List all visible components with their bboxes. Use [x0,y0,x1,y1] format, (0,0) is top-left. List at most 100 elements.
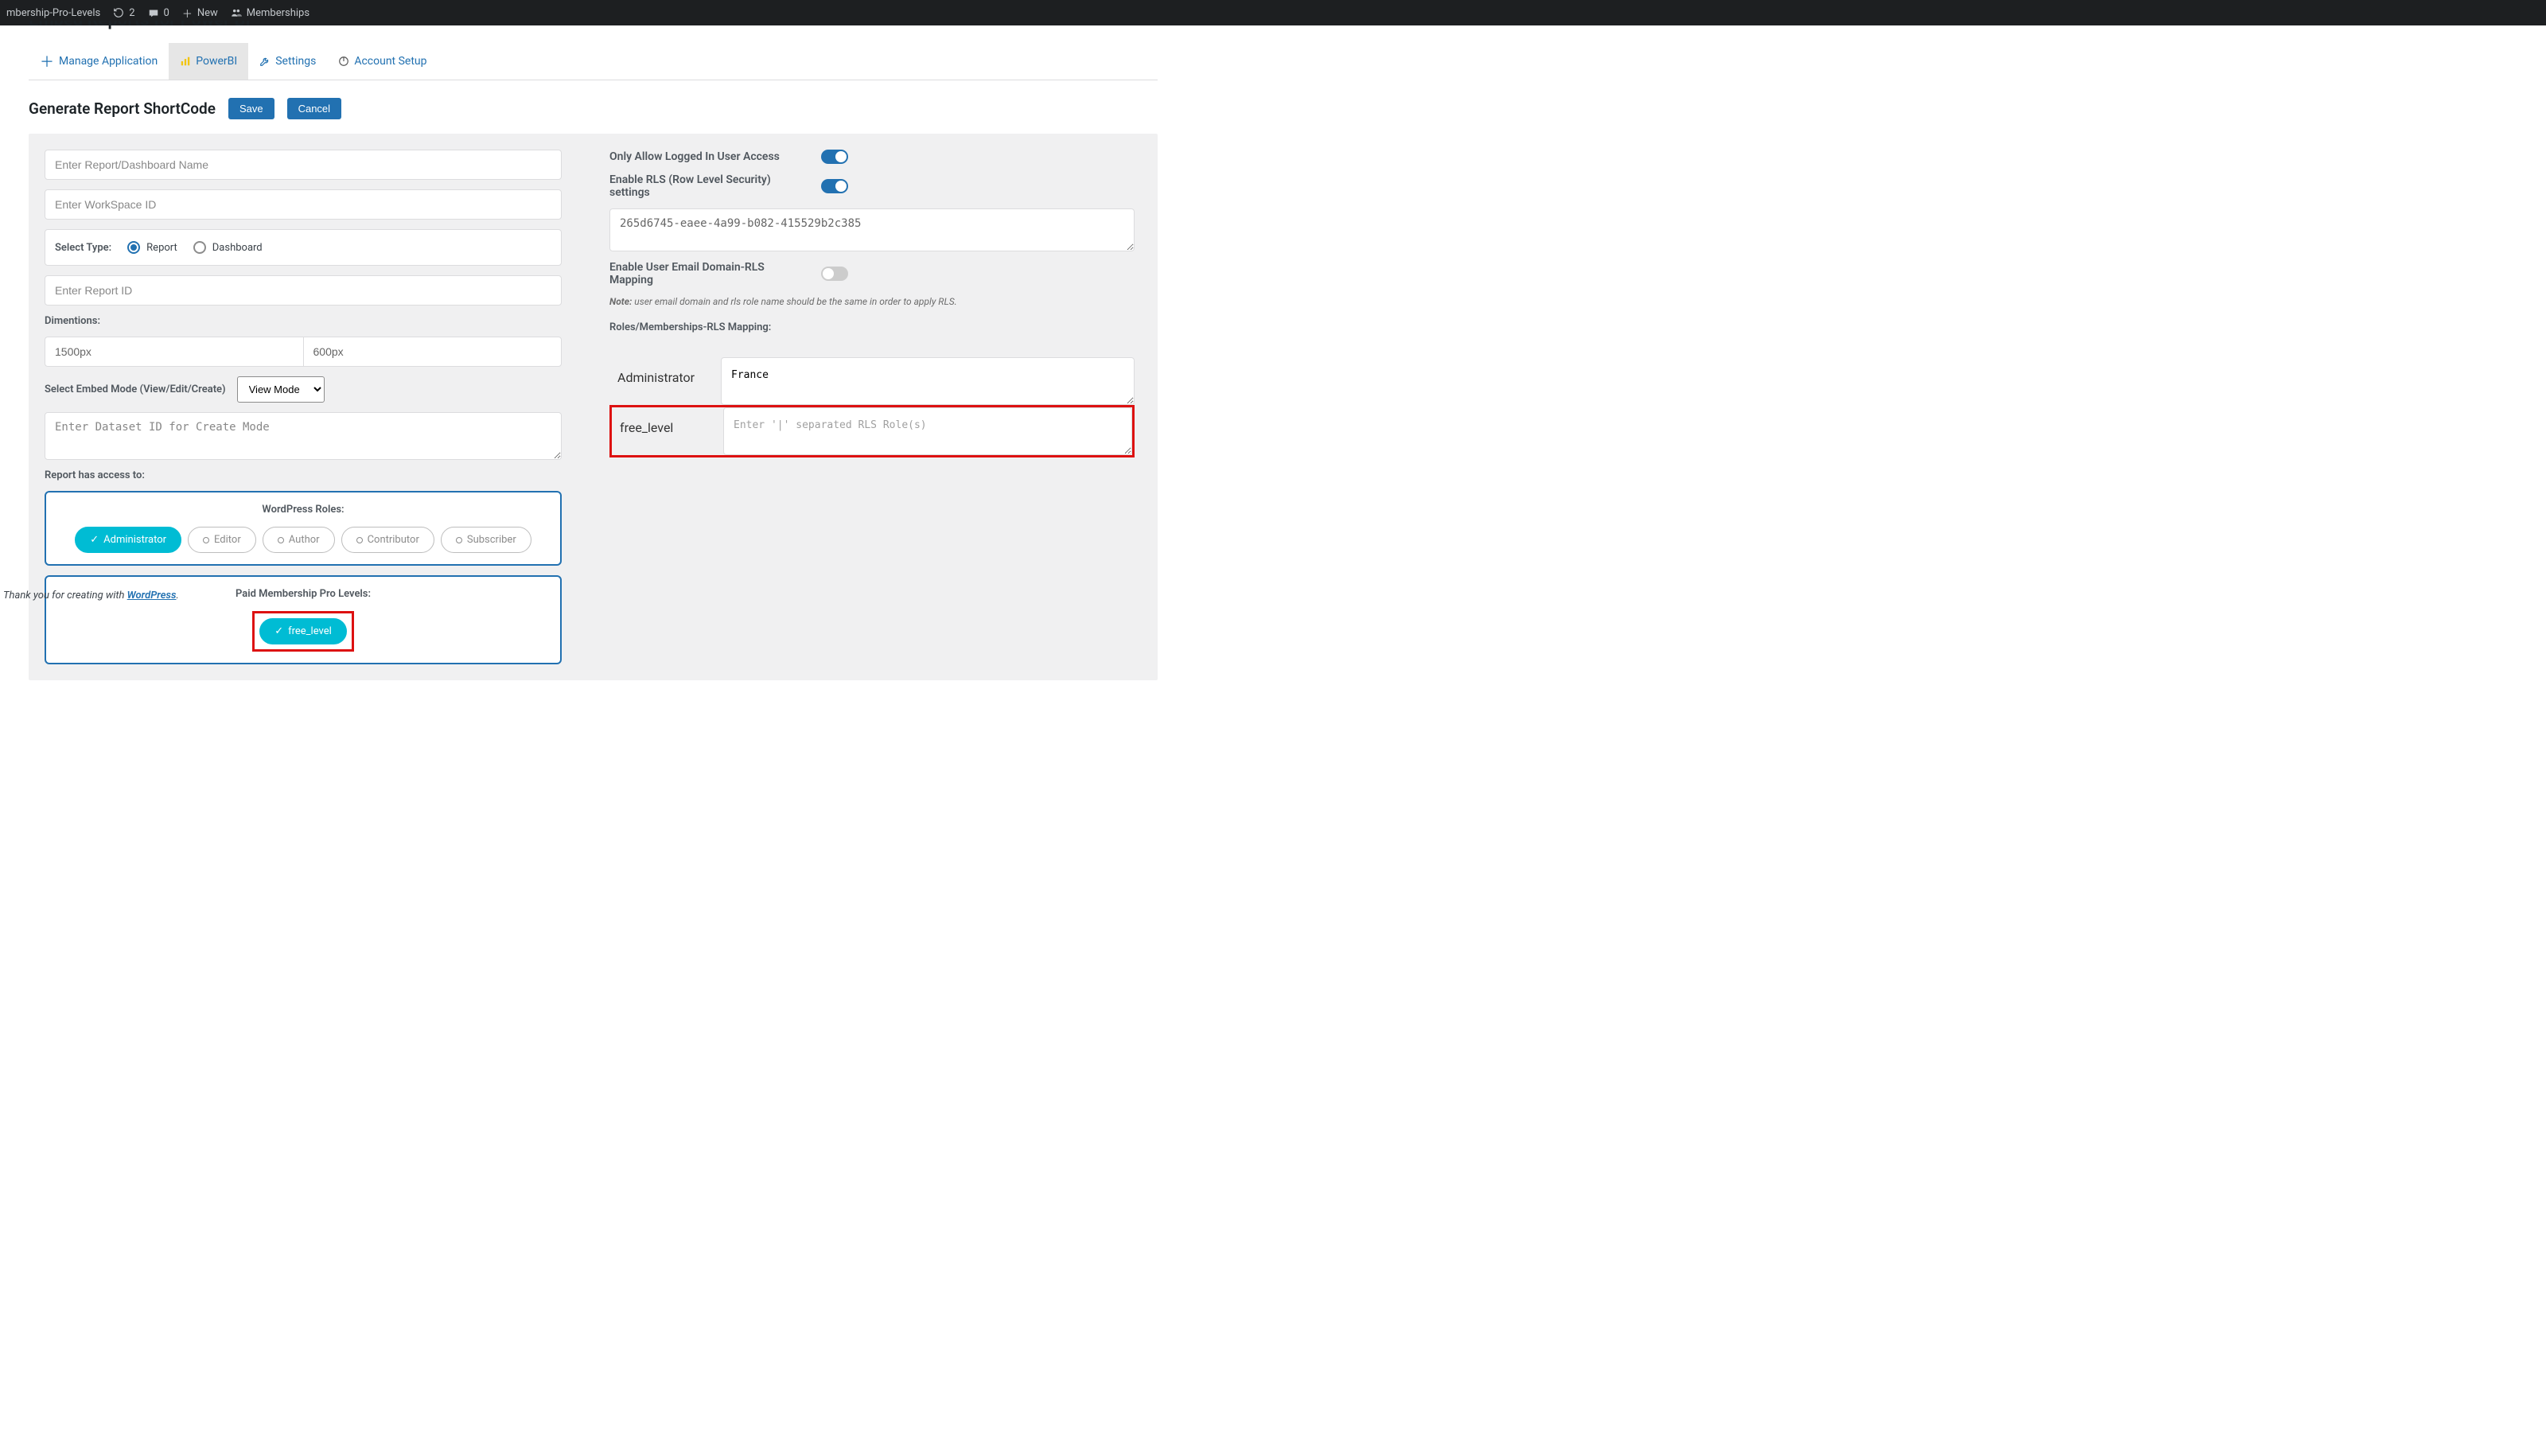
logged-in-toggle-row: Only Allow Logged In User Access [609,150,848,164]
circle-icon [278,537,284,543]
pill-label: free_level [288,625,332,637]
refresh-icon [113,7,124,18]
tab-account-setup[interactable]: Account Setup [327,43,438,80]
pill-subscriber[interactable]: Subscriber [441,527,531,553]
new-item[interactable]: ＋ New [182,6,218,21]
pill-contributor[interactable]: Contributor [341,527,434,553]
site-name: mbership-Pro-Levels [6,7,100,19]
tab-powerbi[interactable]: PowerBI [169,43,248,80]
plus-icon: ＋ [182,6,193,21]
radio-label: Report [146,242,177,254]
logged-in-toggle[interactable] [821,150,848,164]
tab-label: PowerBI [196,55,237,68]
domain-mapping-toggle[interactable] [821,267,848,281]
rls-free-input[interactable] [723,407,1132,455]
cancel-button[interactable]: Cancel [287,98,341,119]
memberships-label: Memberships [247,7,309,19]
embed-mode-row: Select Embed Mode (View/Edit/Create) Vie… [45,376,562,403]
pml-box: Paid Membership Pro Levels: ✓ free_level [45,575,562,664]
radio-icon [127,241,140,254]
tab-label: Settings [275,55,316,68]
access-label: Report has access to: [45,469,562,481]
dataset-id-input[interactable] [45,412,562,460]
circle-icon [356,537,363,543]
wordpress-link[interactable]: WordPress [127,590,177,601]
site-name-item[interactable]: mbership-Pro-Levels [6,7,100,19]
workspace-id-input[interactable] [45,189,562,220]
pill-editor[interactable]: Editor [188,527,256,553]
toggle-label: Enable RLS (Row Level Security) settings [609,173,792,199]
page-title: Embed Reports for Power BI [29,21,1158,33]
section-header: Generate Report ShortCode Save Cancel [29,98,1158,119]
rls-toggle[interactable] [821,179,848,193]
highlight-border: ✓ free_level [252,611,354,652]
new-label: New [197,7,218,19]
tab-settings[interactable]: Settings [248,43,327,80]
tab-label: Account Setup [354,55,426,68]
rls-row-label: Administrator [609,357,721,405]
width-input[interactable] [45,337,303,367]
save-button[interactable]: Save [228,98,274,119]
rls-row-label: free_level [612,407,723,455]
pill-author[interactable]: Author [263,527,335,553]
report-id-input[interactable] [45,275,562,306]
circle-icon [203,537,209,543]
group-icon [231,7,242,18]
domain-note: Note: user email domain and rls role nam… [609,296,1135,307]
updates-count: 2 [129,7,134,19]
plus-icon: ＋ [40,51,54,72]
radio-label: Dashboard [212,242,263,254]
pill-free-level[interactable]: ✓ free_level [259,618,347,644]
tab-label: Manage Application [59,55,158,68]
pill-label: Subscriber [467,534,516,546]
comments-item[interactable]: 0 [148,7,169,19]
footer-text-after: . [176,590,178,601]
wp-roles-box: WordPress Roles: ✓ Administrator Editor … [45,491,562,566]
footer-note: Thank you for creating with WordPress. [3,590,179,601]
form-grid: Select Type: Report Dashboard Dimentions… [29,134,1158,680]
toggle-label: Enable User Email Domain-RLS Mapping [609,261,792,286]
select-type-label: Select Type: [55,242,111,254]
tab-manage-application[interactable]: ＋ Manage Application [29,43,169,80]
radio-report[interactable]: Report [127,241,177,254]
plugin-tabs: ＋ Manage Application PowerBI Settings Ac… [29,43,1158,80]
rls-admin-input[interactable] [721,357,1135,405]
domain-mapping-toggle-row: Enable User Email Domain-RLS Mapping [609,261,848,286]
comments-count: 0 [164,7,169,19]
memberships-item[interactable]: Memberships [231,7,309,19]
rls-id-input[interactable] [609,208,1135,251]
select-type-row: Select Type: Report Dashboard [45,229,562,266]
left-column: Select Type: Report Dashboard Dimentions… [45,150,562,664]
roles-mapping-label: Roles/Memberships-RLS Mapping: [609,321,1135,333]
pill-label: Administrator [103,534,166,546]
radio-icon [193,241,206,254]
dimensions-row [45,337,562,367]
toggle-label: Only Allow Logged In User Access [609,150,780,163]
pill-administrator[interactable]: ✓ Administrator [75,527,181,553]
report-name-input[interactable] [45,150,562,180]
right-column: Only Allow Logged In User Access Enable … [609,150,1135,664]
section-title: Generate Report ShortCode [29,99,216,118]
pill-label: Editor [214,534,241,546]
pml-pills: ✓ free_level [57,611,549,652]
rls-row-administrator: Administrator [609,357,1135,405]
circle-icon [456,537,462,543]
check-icon: ✓ [274,625,283,637]
footer-text: Thank you for creating with [3,590,127,601]
comment-icon [148,7,159,18]
wp-roles-pills: ✓ Administrator Editor Author Contributo… [57,527,549,553]
embed-mode-select[interactable]: View Mode [237,376,325,403]
embed-mode-label: Select Embed Mode (View/Edit/Create) [45,383,226,395]
wp-roles-title: WordPress Roles: [57,504,549,516]
wrench-icon [259,56,271,67]
power-icon [338,56,349,67]
dimentions-label: Dimentions: [45,315,562,327]
rls-row-free-level: free_level [609,405,1135,457]
check-icon: ✓ [90,534,99,546]
updates-item[interactable]: 2 [113,7,134,19]
pill-label: Contributor [368,534,419,546]
powerbi-icon [180,56,191,67]
pill-label: Author [289,534,320,546]
radio-dashboard[interactable]: Dashboard [193,241,263,254]
height-input[interactable] [303,337,563,367]
